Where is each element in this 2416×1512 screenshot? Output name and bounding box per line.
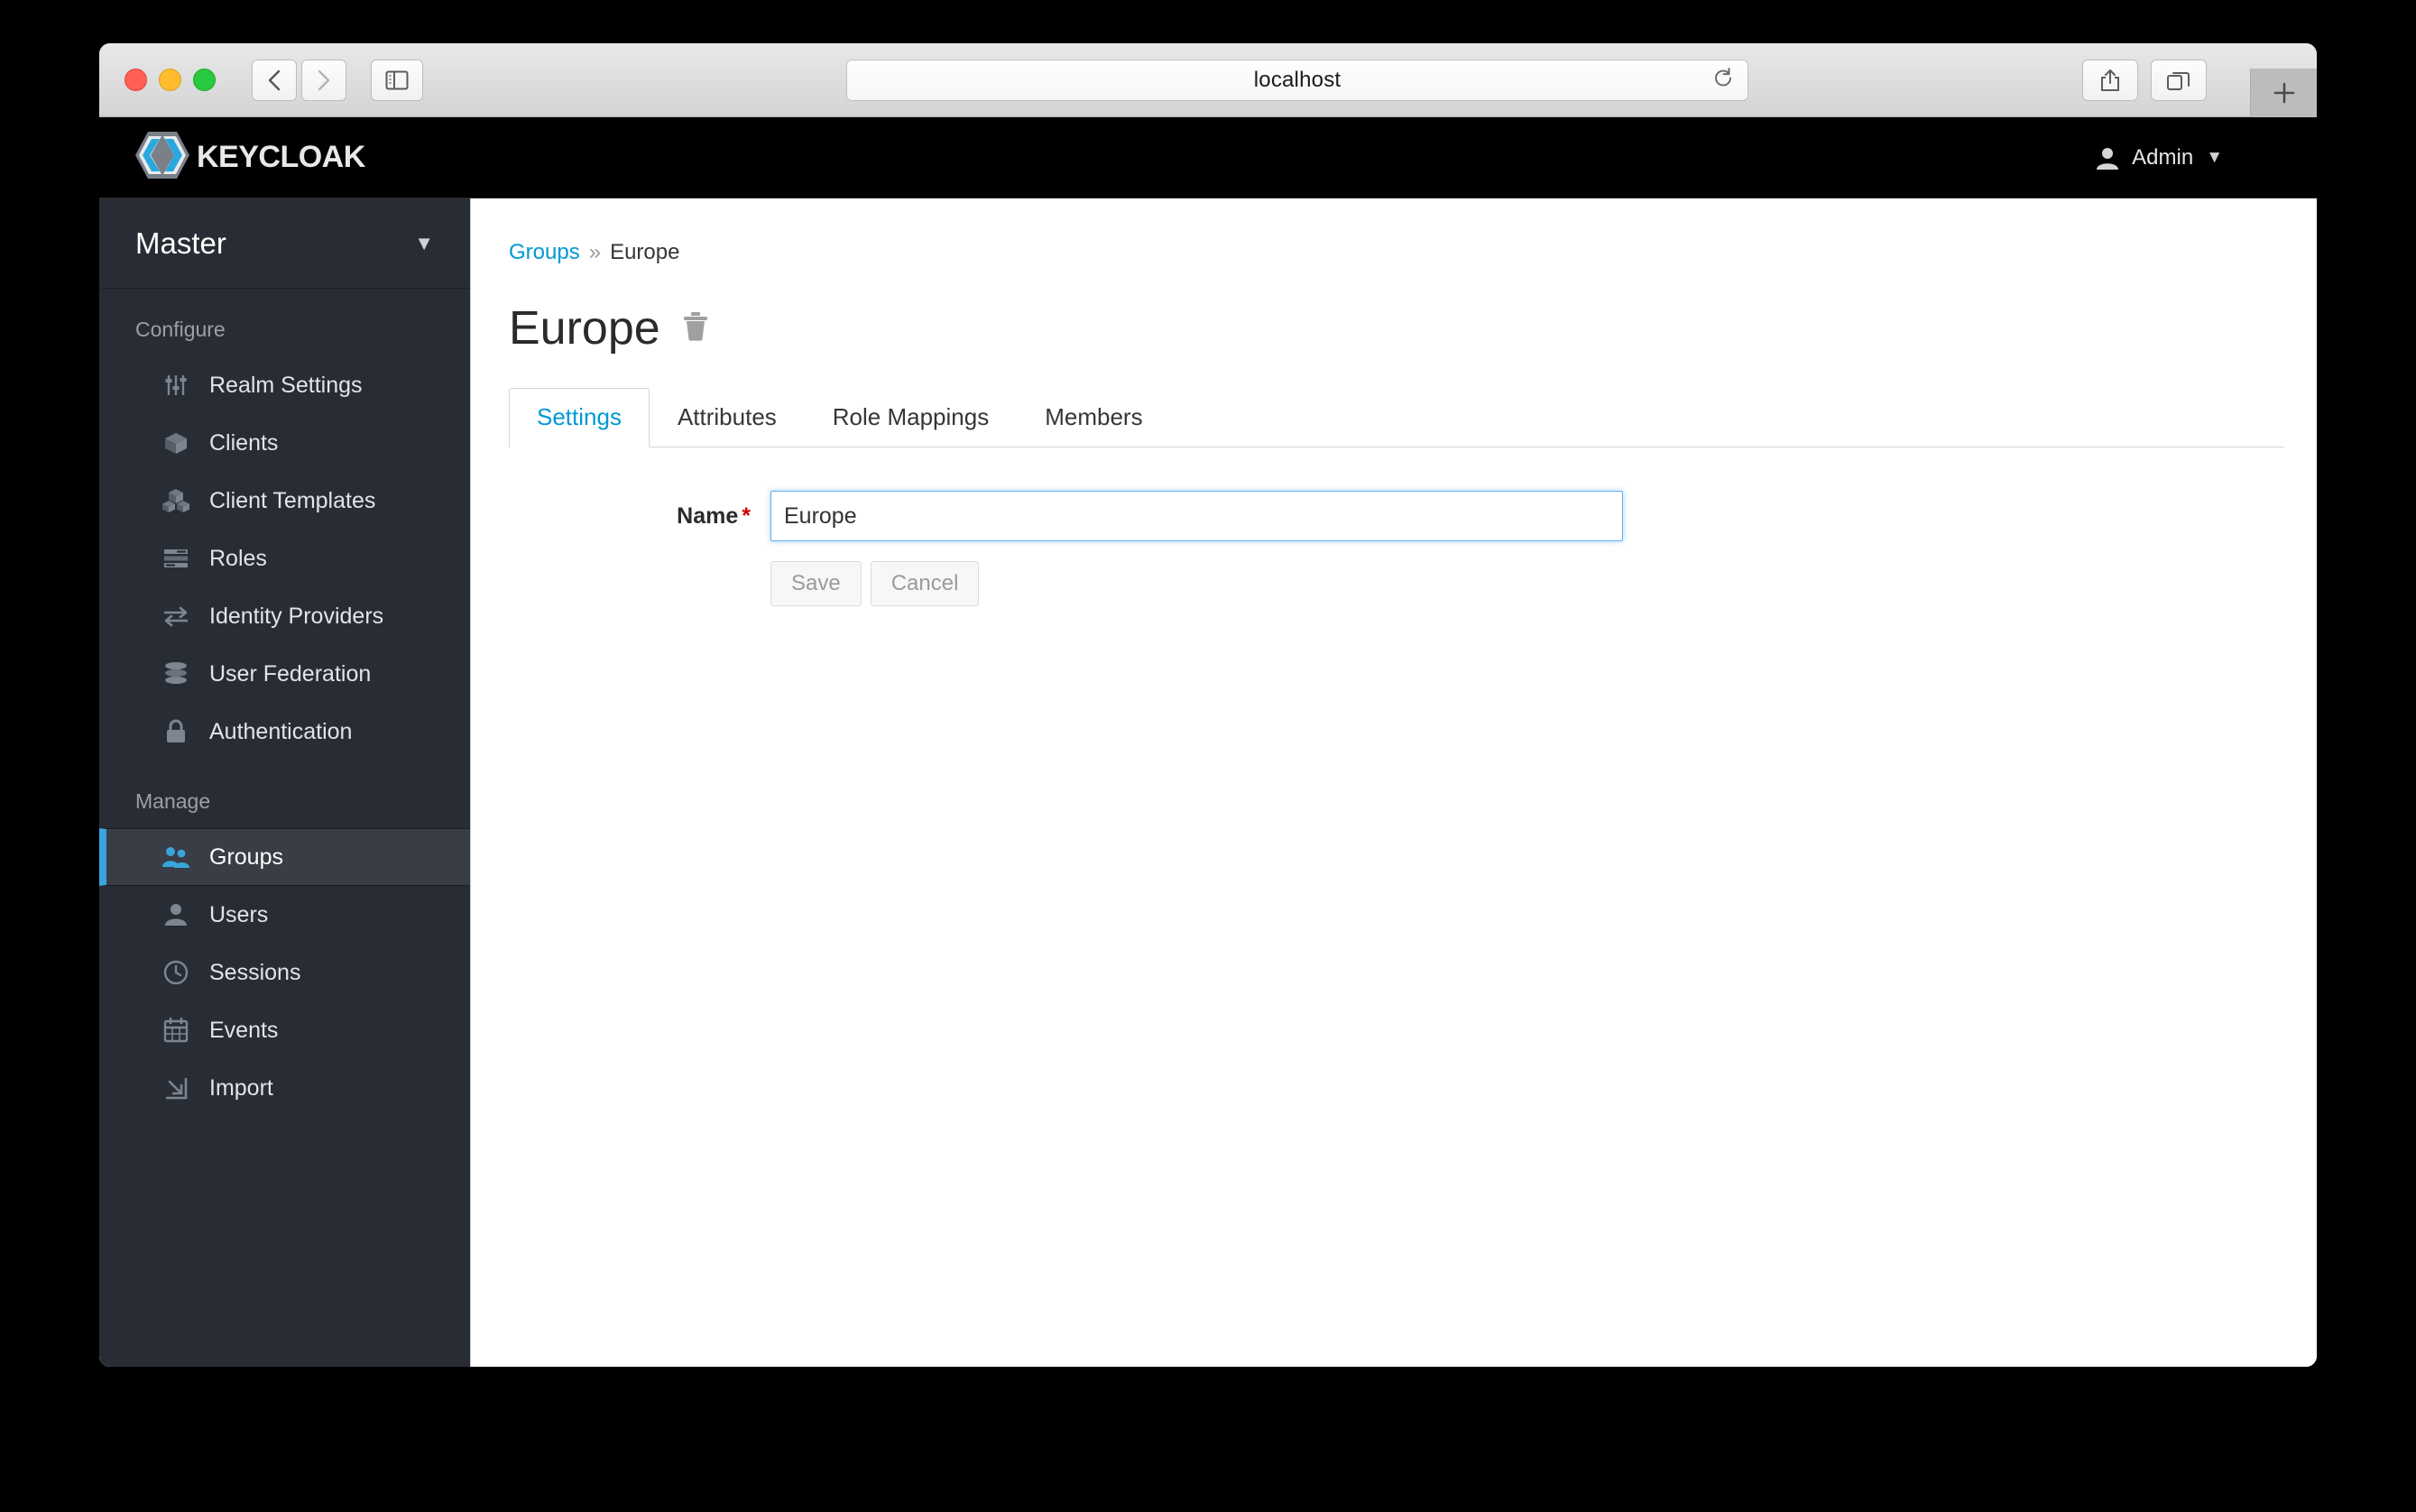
exchange-icon [161,604,191,628]
plus-icon [2273,82,2294,104]
sidebar-item-sessions[interactable]: Sessions [99,944,470,1001]
user-icon [161,902,191,927]
nav-section-configure-title: Configure [135,318,226,341]
sidebar: Master ▼ Configure Realm Settings Client… [99,198,471,1367]
new-tab-button[interactable] [2250,69,2317,117]
sidebar-item-identity-providers[interactable]: Identity Providers [99,587,470,645]
sidebar-item-clients[interactable]: Clients [99,414,470,472]
lock-icon [161,718,191,745]
minimize-window-button[interactable] [159,69,181,91]
sidebar-item-label: Clients [209,429,279,456]
list-icon [161,547,191,570]
import-icon [161,1074,191,1102]
breadcrumb-link-groups[interactable]: Groups [509,240,580,264]
maximize-window-button[interactable] [193,69,216,91]
sidebar-item-label: Groups [209,844,283,870]
sidebar-item-label: Events [209,1017,279,1043]
breadcrumb-current: Europe [610,240,680,264]
sidebar-item-authentication[interactable]: Authentication [99,703,470,761]
tab-bar: Settings Attributes Role Mappings Member… [509,388,2284,447]
url-text: localhost [1253,68,1342,92]
sidebar-item-label: Users [209,901,269,927]
tab-members[interactable]: Members [1017,388,1170,447]
sidebar-icon [385,70,409,89]
sidebar-toggle-group [371,59,423,101]
tab-attributes[interactable]: Attributes [650,388,805,447]
user-menu-label: Admin [2132,144,2194,170]
trash-icon[interactable] [680,310,711,347]
chevron-down-icon: ▼ [2206,147,2223,167]
breadcrumb: Groups » Europe [509,240,2317,265]
sidebar-item-user-federation[interactable]: User Federation [99,645,470,703]
keycloak-logo-text: KEYCLOAK [197,140,365,174]
chevron-left-icon [268,69,281,90]
cube-icon [161,429,191,456]
sidebar-item-label: Roles [209,545,267,571]
name-field-label: Name * [509,491,770,541]
sidebar-item-client-templates[interactable]: Client Templates [99,472,470,530]
tab-overview-button[interactable] [2151,60,2207,101]
share-button[interactable] [2082,60,2138,101]
keycloak-logo-icon [134,130,191,185]
forward-button[interactable] [301,59,346,101]
name-label-text: Name [677,503,739,529]
main-content: Groups»Europe Europe Settings Attribute [471,198,2317,1367]
sidebar-item-groups[interactable]: Groups [99,828,470,886]
keycloak-app: KEYCLOAK Admin ▼ Master ▼ Configure Real… [99,117,2317,1367]
chevron-down-icon: ▼ [414,231,434,254]
cubes-icon [161,487,191,514]
sidebar-item-users[interactable]: Users [99,886,470,944]
save-button[interactable]: Save [770,561,862,606]
app-body: Master ▼ Configure Realm Settings Client… [99,198,2317,1367]
share-icon [2101,69,2119,91]
browser-window: localhost KEYCLOAK Admin ▼ Master ▼ Conf… [99,43,2317,1367]
nav-section-manage-title: Manage [135,789,211,813]
settings-form: Name * [509,491,2317,541]
sidebar-item-label: Client Templates [209,487,376,513]
sidebar-item-label: User Federation [209,660,372,687]
sidebar-item-label: Realm Settings [209,372,363,398]
toolbar-right-buttons [2082,60,2207,101]
navigation-buttons [252,59,346,101]
page-title: Europe [509,302,660,355]
clock-icon [161,959,191,986]
chevron-right-icon [318,69,330,90]
back-button[interactable] [252,59,297,101]
cancel-button[interactable]: Cancel [870,561,980,606]
required-asterisk: * [742,503,751,529]
window-controls [124,69,216,91]
sidebar-item-label: Identity Providers [209,603,384,629]
reload-icon[interactable] [1711,67,1735,95]
calendar-icon [161,1017,191,1044]
realm-selector[interactable]: Master ▼ [99,198,470,289]
user-menu[interactable]: Admin ▼ [2096,145,2223,171]
tab-role-mappings[interactable]: Role Mappings [805,388,1017,447]
sliders-icon [161,372,191,399]
page-title-row: Europe [509,301,2317,355]
address-bar[interactable]: localhost [846,60,1748,101]
users-group-icon [161,844,191,870]
name-input[interactable] [770,491,1623,541]
sidebar-item-label: Import [209,1074,273,1101]
show-sidebar-button[interactable] [371,59,423,101]
sidebar-item-roles[interactable]: Roles [99,530,470,587]
close-window-button[interactable] [124,69,147,91]
keycloak-logo[interactable]: KEYCLOAK [134,130,365,185]
tabs-icon [2167,72,2190,90]
sidebar-item-realm-settings[interactable]: Realm Settings [99,356,470,414]
realm-name: Master [135,226,226,260]
sidebar-item-events[interactable]: Events [99,1001,470,1059]
form-actions: Save Cancel [770,561,2317,606]
breadcrumb-separator: » [588,240,602,264]
database-icon [161,661,191,687]
tab-settings[interactable]: Settings [509,388,650,447]
browser-toolbar: localhost [99,43,2317,117]
sidebar-item-label: Sessions [209,959,301,985]
sidebar-item-import[interactable]: Import [99,1059,470,1117]
user-avatar-icon [2097,147,2119,170]
sidebar-item-label: Authentication [209,718,353,744]
app-header: KEYCLOAK Admin ▼ [99,117,2317,198]
